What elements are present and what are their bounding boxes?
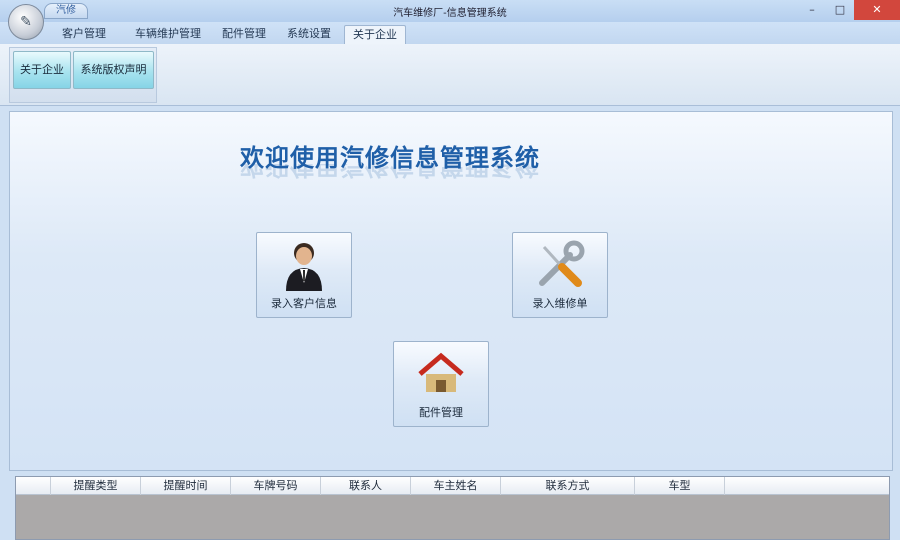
minimize-button[interactable]: – [798,0,826,20]
maximize-button[interactable]: □ [826,0,854,20]
add-repair-order-button[interactable]: 录入维修单 [512,232,608,318]
ribbon-tabs: 客户管理 车辆维护管理 配件管理 系统设置 关于企业 [0,22,900,44]
column-header[interactable]: 车牌号码 [231,477,321,495]
tab-parts[interactable]: 配件管理 [216,25,272,44]
tab-vehicle-maintenance[interactable]: 车辆维护管理 [129,25,207,44]
column-header[interactable]: 联系方式 [501,477,635,495]
column-header[interactable]: 车型 [635,477,725,495]
copyright-button[interactable]: 系统版权声明 [73,51,154,89]
welcome-reflection: 欢迎使用汽修信息管理系统 [240,164,540,180]
parts-management-button[interactable]: 配件管理 [393,341,489,427]
add-repair-order-label: 录入维修单 [532,297,588,310]
add-customer-button[interactable]: 录入客户信息 [256,232,352,318]
grid-header: 提醒类型 提醒时间 车牌号码 联系人 车主姓名 联系方式 车型 [16,477,889,495]
add-customer-label: 录入客户信息 [271,297,337,310]
window-title: 汽车维修厂-信息管理系统 [393,8,507,19]
tab-about[interactable]: 关于企业 [344,25,406,44]
tab-settings[interactable]: 系统设置 [281,25,337,44]
parts-management-label: 配件管理 [419,406,463,419]
column-header[interactable]: 车主姓名 [411,477,501,495]
reminder-grid[interactable]: 提醒类型 提醒时间 车牌号码 联系人 车主姓名 联系方式 车型 [15,476,890,540]
column-header[interactable]: 提醒时间 [141,477,231,495]
select-all-corner[interactable] [16,477,51,495]
house-icon [394,348,488,400]
app-menu-orb-icon[interactable]: ✎ [8,4,44,40]
main-panel: 欢迎使用汽修信息管理系统 欢迎使用汽修信息管理系统 录入客户信息 录入维修单 配… [9,111,893,471]
column-header[interactable]: 联系人 [321,477,411,495]
tools-icon [513,239,607,291]
title-bar: 汽修 汽车维修厂-信息管理系统 – □ ✕ [0,0,900,22]
tab-customer[interactable]: 客户管理 [56,25,112,44]
column-header[interactable]: 提醒类型 [51,477,141,495]
close-button[interactable]: ✕ [854,0,900,20]
ribbon-panel: 关于企业 系统版权声明 [0,44,900,106]
about-company-button[interactable]: 关于企业 [13,51,71,89]
person-icon [257,239,351,291]
ribbon-group: 关于企业 系统版权声明 [9,47,157,103]
